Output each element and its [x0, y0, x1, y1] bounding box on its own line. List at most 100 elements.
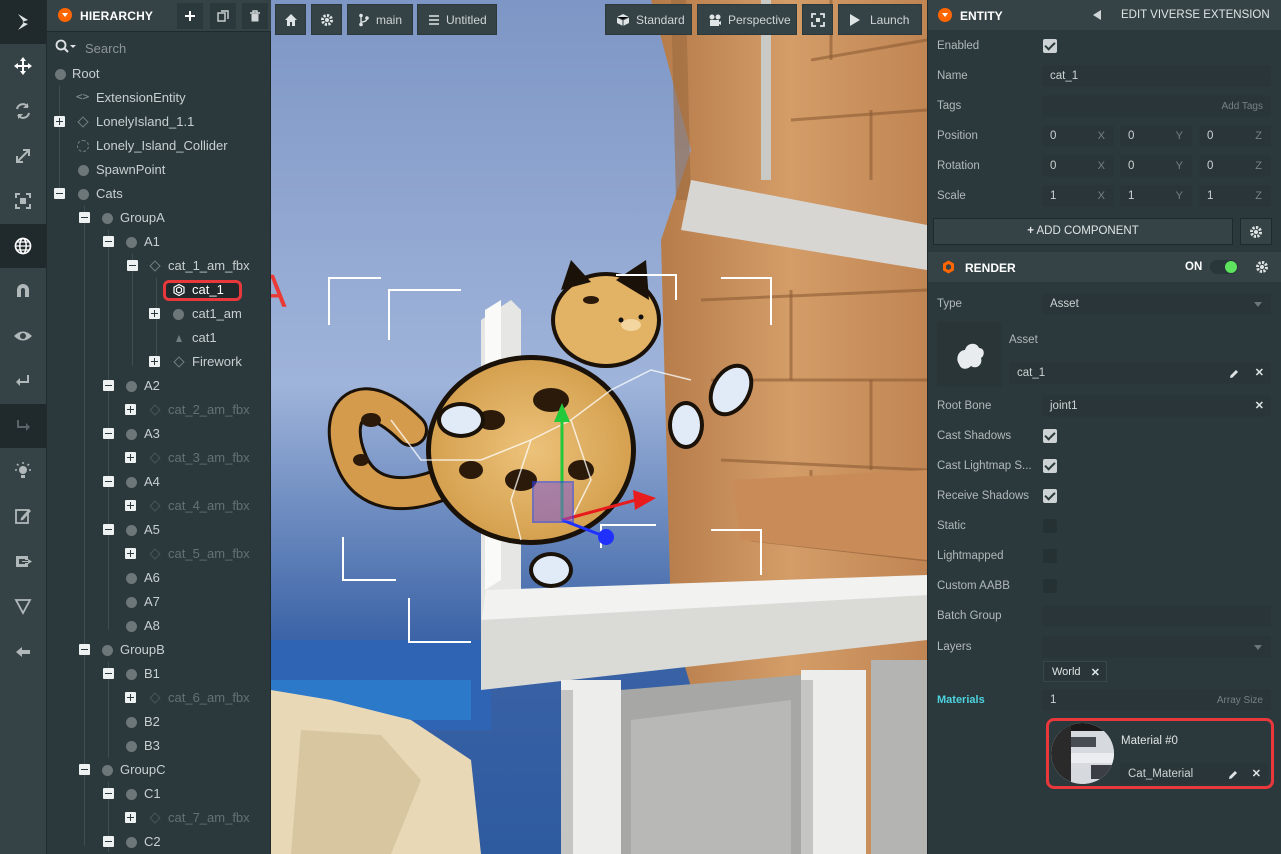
- redo-button[interactable]: [0, 404, 46, 448]
- history-button[interactable]: Untitled: [417, 4, 497, 35]
- clear-icon[interactable]: ✕: [1255, 399, 1264, 412]
- resize-tool-button[interactable]: [0, 179, 46, 223]
- tree-item-groupa[interactable]: GroupA: [47, 206, 271, 230]
- position-y-field[interactable]: 0Y: [1120, 125, 1192, 147]
- settings-button[interactable]: [311, 4, 342, 35]
- caret-left-icon[interactable]: [1093, 10, 1102, 20]
- material-field[interactable]: Cat_Material ✕: [1120, 763, 1268, 785]
- layer-tag-world[interactable]: World ✕: [1043, 661, 1107, 682]
- tree-item-cat-5-am-fbx[interactable]: cat_5_am_fbx: [47, 542, 271, 566]
- code-editor-button[interactable]: [0, 494, 46, 538]
- home-button[interactable]: [275, 4, 306, 35]
- tags-field[interactable]: Add Tags: [1042, 95, 1271, 117]
- launch-button[interactable]: Launch: [838, 4, 922, 35]
- delete-entity-button[interactable]: [242, 3, 268, 29]
- filter-button[interactable]: [0, 584, 46, 628]
- tree-item-cat1-am[interactable]: cat1_am: [47, 302, 271, 326]
- tree-item-spawnpoint[interactable]: SpawnPoint: [47, 158, 271, 182]
- tree-item-cat-1-am-fbx[interactable]: cat_1_am_fbx: [47, 254, 271, 278]
- custom-aabb-checkbox[interactable]: [1043, 579, 1057, 593]
- publish-button[interactable]: [0, 539, 46, 583]
- collapse-panel-icon[interactable]: [938, 8, 952, 22]
- tree-item-cat-6-am-fbx[interactable]: cat_6_am_fbx: [47, 686, 271, 710]
- type-select[interactable]: Asset: [1042, 293, 1271, 315]
- position-x-field[interactable]: 0X: [1042, 125, 1114, 147]
- lightmapper-button[interactable]: [0, 449, 46, 493]
- asset-thumbnail[interactable]: [937, 322, 1002, 387]
- tree-item-b3[interactable]: B3: [47, 734, 271, 758]
- batch-group-field[interactable]: [1042, 605, 1271, 627]
- tree-item-root[interactable]: Root: [47, 62, 271, 86]
- tree-item-b1[interactable]: B1: [47, 662, 271, 686]
- tree-item-cat-2-am-fbx[interactable]: cat_2_am_fbx: [47, 398, 271, 422]
- collapse-icon[interactable]: [127, 260, 138, 271]
- layers-select[interactable]: [1042, 636, 1271, 658]
- expand-icon[interactable]: [54, 116, 65, 127]
- hierarchy-search[interactable]: Search: [47, 35, 271, 60]
- playcanvas-logo[interactable]: [0, 0, 46, 44]
- receive-shadows-checkbox[interactable]: [1043, 489, 1057, 503]
- collapse-panel-icon[interactable]: [58, 8, 72, 22]
- pencil-icon[interactable]: [1228, 368, 1240, 380]
- tree-item-a6[interactable]: A6: [47, 566, 271, 590]
- edit-extension-button[interactable]: EDIT VIVERSE EXTENSION: [1121, 9, 1270, 21]
- asset-field[interactable]: cat_1 ✕: [1009, 362, 1271, 384]
- expand-icon[interactable]: [149, 356, 160, 367]
- pencil-icon[interactable]: [1227, 769, 1239, 781]
- expand-icon[interactable]: [125, 548, 136, 559]
- snap-toggle-button[interactable]: [0, 269, 46, 313]
- collapse-icon[interactable]: [103, 236, 114, 247]
- tree-item-groupb[interactable]: GroupB: [47, 638, 271, 662]
- tree-item-cat1[interactable]: cat1: [47, 326, 271, 350]
- scene-viewport[interactable]: main Untitled Standard Perspective Launc…: [271, 0, 927, 854]
- root-bone-field[interactable]: joint1 ✕: [1042, 395, 1271, 417]
- tree-item-a8[interactable]: A8: [47, 614, 271, 638]
- expand-icon[interactable]: [125, 812, 136, 823]
- cast-lightmap-checkbox[interactable]: [1043, 459, 1057, 473]
- tree-item-c1[interactable]: C1: [47, 782, 271, 806]
- tree-item-extensionentity[interactable]: <> ExtensionEntity: [47, 86, 271, 110]
- render-toggle[interactable]: [1210, 260, 1238, 274]
- tree-item-b2[interactable]: B2: [47, 710, 271, 734]
- scene-branch-button[interactable]: main: [347, 4, 413, 35]
- render-mode-button[interactable]: Standard: [605, 4, 692, 35]
- focus-button[interactable]: [0, 314, 46, 358]
- remove-layer-icon[interactable]: ✕: [1091, 666, 1100, 679]
- tree-item-c2[interactable]: C2: [47, 830, 271, 854]
- add-component-button[interactable]: + ADD COMPONENT: [933, 218, 1233, 245]
- fullscreen-button[interactable]: [802, 4, 833, 35]
- collapse-icon[interactable]: [79, 212, 90, 223]
- tree-item-a3[interactable]: A3: [47, 422, 271, 446]
- tree-item-cat-3-am-fbx[interactable]: cat_3_am_fbx: [47, 446, 271, 470]
- tree-item-cats[interactable]: Cats: [47, 182, 271, 206]
- rotation-y-field[interactable]: 0Y: [1120, 155, 1192, 177]
- material-preview[interactable]: [1051, 723, 1114, 784]
- collapse-icon[interactable]: [103, 476, 114, 487]
- tree-item-a2[interactable]: A2: [47, 374, 271, 398]
- collapse-icon[interactable]: [103, 524, 114, 535]
- undo-button[interactable]: [0, 359, 46, 403]
- tree-item-groupc[interactable]: GroupC: [47, 758, 271, 782]
- tree-item-cat-1-selected[interactable]: cat_1: [47, 278, 271, 302]
- translate-tool-button[interactable]: [0, 44, 46, 88]
- expand-icon[interactable]: [125, 500, 136, 511]
- tree-item-cat-4-am-fbx[interactable]: cat_4_am_fbx: [47, 494, 271, 518]
- expand-icon[interactable]: [125, 692, 136, 703]
- rotation-x-field[interactable]: 0X: [1042, 155, 1114, 177]
- scale-z-field[interactable]: 1Z: [1199, 185, 1271, 207]
- static-checkbox[interactable]: [1043, 519, 1057, 533]
- name-field[interactable]: cat_1: [1042, 65, 1271, 87]
- component-settings-button[interactable]: [1240, 218, 1272, 245]
- render-component-header[interactable]: RENDER ON: [928, 252, 1281, 282]
- rotate-tool-button[interactable]: [0, 89, 46, 133]
- scale-y-field[interactable]: 1Y: [1120, 185, 1192, 207]
- collapse-icon[interactable]: [103, 380, 114, 391]
- collapse-icon[interactable]: [103, 788, 114, 799]
- gear-icon[interactable]: [1255, 260, 1269, 274]
- cast-shadows-checkbox[interactable]: [1043, 429, 1057, 443]
- clear-icon[interactable]: ✕: [1252, 767, 1261, 780]
- tree-item-lonelyisland[interactable]: LonelyIsland_1.1: [47, 110, 271, 134]
- collapse-icon[interactable]: [79, 764, 90, 775]
- lightmapped-checkbox[interactable]: [1043, 549, 1057, 563]
- collapse-icon[interactable]: [103, 428, 114, 439]
